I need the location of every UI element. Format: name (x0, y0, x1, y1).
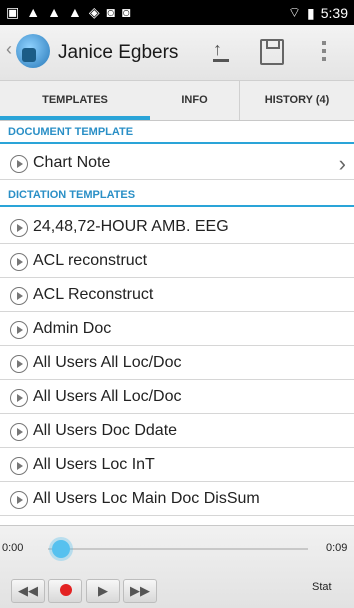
seek-track[interactable] (48, 548, 308, 550)
warning-icon: ▲ (47, 4, 61, 20)
save-icon[interactable] (260, 39, 284, 65)
notification-icons: ▣ ▲ ▲ ▲ ◈ ◙ ◙ (6, 4, 131, 21)
gallery-icon: ▣ (6, 4, 20, 20)
status-bar: ▣ ▲ ▲ ▲ ◈ ◙ ◙ ⌔ ▮ 5:39 (0, 0, 354, 25)
list-item-label: All Users Doc Ddate (33, 422, 178, 439)
play-button[interactable]: ▶ (86, 579, 120, 603)
list-item[interactable]: All Users Loc Main Doc DisSum (0, 484, 354, 516)
wifi-icon: ⌔ (287, 4, 302, 20)
action-bar: ‹ Janice Egbers ↑ (0, 25, 354, 81)
duration: 0:09 (326, 542, 348, 554)
tab-info[interactable]: INFO (150, 81, 240, 120)
battery-icon: ▮ (307, 4, 315, 21)
play-icon[interactable] (10, 287, 28, 305)
fast-forward-icon: ▶▶ (130, 583, 150, 598)
document-template-row[interactable]: Chart Note › (0, 148, 354, 180)
section-header-dictation-templates: DICTATION TEMPLATES (0, 185, 354, 207)
warning-icon: ▲ (26, 4, 41, 20)
list-item-label: Chart Note (33, 154, 111, 171)
shield-icon: ◈ (88, 4, 100, 20)
play-icon[interactable] (10, 457, 28, 475)
section-header-document-template: DOCUMENT TEMPLATE (0, 122, 354, 144)
rewind-button[interactable]: ◀◀ (11, 579, 45, 603)
bag-icon: ◙ (106, 4, 116, 20)
play-icon: ▶ (98, 583, 108, 598)
audio-player: 0:00 0:09 ◀◀ ▶ ▶▶ Stat (0, 525, 354, 608)
record-button[interactable] (48, 579, 82, 603)
list-item-label: All Users All Loc/Doc (33, 388, 182, 405)
list-item[interactable]: All Users All Loc/Doc (0, 348, 354, 380)
list-item-label: Admin Doc (33, 320, 112, 337)
list-item-label: All Users Loc InT (33, 456, 155, 473)
play-icon[interactable] (10, 389, 28, 407)
fast-forward-button[interactable]: ▶▶ (123, 579, 157, 603)
list-item[interactable]: All Users Loc InT (0, 450, 354, 482)
stat-button[interactable]: Stat (312, 581, 332, 593)
play-icon[interactable] (10, 321, 28, 339)
list-item-label: ACL Reconstruct (33, 286, 154, 303)
list-item[interactable]: ACL reconstruct (0, 246, 354, 278)
list-item[interactable]: All Users Doc Ddate (0, 416, 354, 448)
rewind-icon: ◀◀ (18, 583, 38, 598)
list-item[interactable]: ACL Reconstruct (0, 280, 354, 312)
list-item[interactable]: 24,48,72-HOUR AMB. EEG (0, 212, 354, 244)
play-icon[interactable] (10, 253, 28, 271)
warning-icon: ▲ (67, 4, 82, 20)
seek-thumb[interactable] (52, 540, 70, 558)
upload-icon[interactable]: ↑ (210, 39, 232, 63)
play-icon[interactable] (10, 491, 28, 509)
play-icon[interactable] (10, 155, 28, 173)
status-right: ⌔ ▮ 5:39 (288, 4, 348, 22)
tab-bar: TEMPLATES INFO HISTORY (4) (0, 81, 354, 121)
tab-templates[interactable]: TEMPLATES (0, 81, 150, 120)
list-item-label: All Users All Loc/Doc (33, 354, 182, 371)
back-chevron-icon[interactable]: ‹ (6, 39, 12, 60)
list-item[interactable]: Admin Doc (0, 314, 354, 346)
list-item-label: ACL reconstruct (33, 252, 148, 269)
chevron-right-icon: › (338, 151, 346, 176)
overflow-menu-icon[interactable] (322, 41, 326, 61)
tab-history[interactable]: HISTORY (4) (240, 81, 354, 120)
play-icon[interactable] (10, 355, 28, 373)
list-item-label: 24,48,72-HOUR AMB. EEG (33, 218, 229, 235)
page-title: Janice Egbers (58, 42, 179, 63)
record-icon (60, 584, 72, 596)
clock: 5:39 (320, 5, 348, 21)
list-item-label: All Users Loc Main Doc DisSum (33, 490, 260, 507)
play-icon[interactable] (10, 219, 28, 237)
app-logo-icon[interactable] (16, 34, 50, 68)
bag-icon: ◙ (122, 4, 131, 20)
play-icon[interactable] (10, 423, 28, 441)
list-item[interactable]: All Users All Loc/Doc (0, 382, 354, 414)
current-time: 0:00 (2, 542, 24, 554)
